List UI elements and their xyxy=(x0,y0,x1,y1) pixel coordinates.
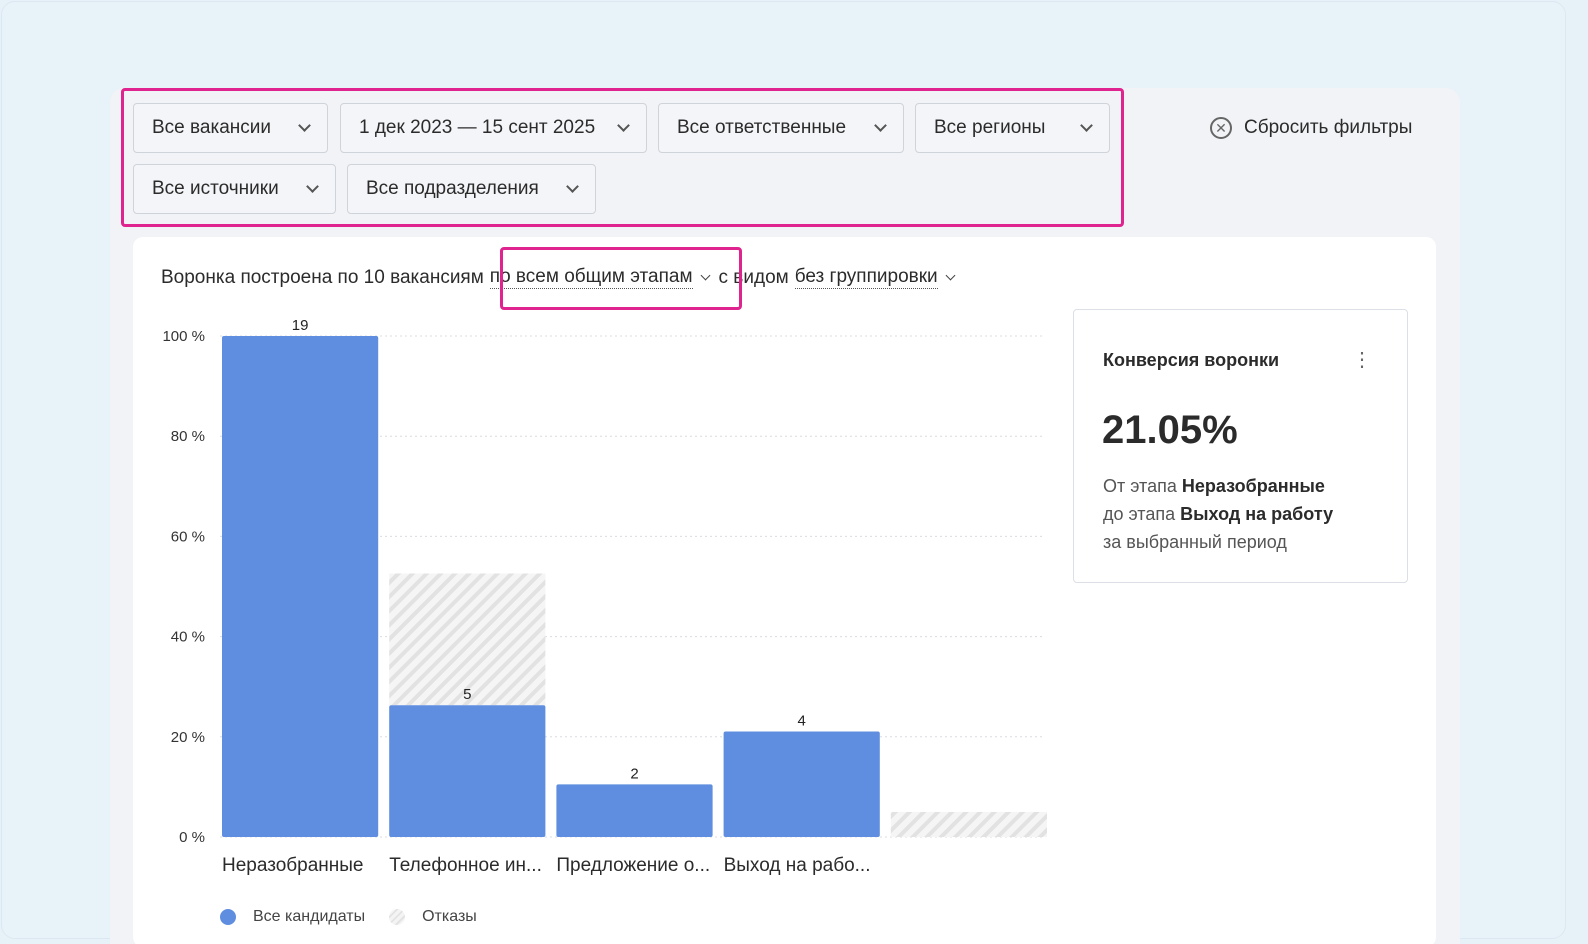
conversion-period: за выбранный период xyxy=(1103,532,1287,552)
y-tick-label: 20 % xyxy=(171,729,205,746)
conversion-card: Конверсия воронки ⋮ 21.05% От этапа Нера… xyxy=(1073,309,1408,583)
legend-rejections-label[interactable]: Отказы xyxy=(422,908,477,926)
y-tick-label: 60 % xyxy=(171,528,205,545)
bar-value-label: 4 xyxy=(798,713,806,730)
conversion-description: От этапа Неразобранные до этапа Выход на… xyxy=(1103,472,1333,556)
conversion-value: 21.05% xyxy=(1102,408,1238,452)
bar-value-label: 5 xyxy=(463,686,471,703)
conversion-to-prefix: до этапа xyxy=(1103,504,1176,524)
legend-all-label[interactable]: Все кандидаты xyxy=(253,908,365,926)
close-circle-icon: ✕ xyxy=(1210,117,1232,139)
candidate-bar xyxy=(222,336,379,837)
funnel-prefix: Воронка построена по 10 вакансиям xyxy=(161,266,484,288)
candidate-bar xyxy=(723,731,880,837)
grouping-select[interactable]: без группировки xyxy=(794,266,938,289)
more-vertical-icon[interactable]: ⋮ xyxy=(1352,350,1372,370)
reset-filters-label: Сбросить фильтры xyxy=(1244,117,1413,138)
y-tick-label: 0 % xyxy=(179,829,205,846)
y-tick-label: 80 % xyxy=(171,428,205,445)
conversion-from-prefix: От этапа xyxy=(1103,476,1177,496)
bar-value-label: 2 xyxy=(630,765,638,782)
funnel-chart: 0 % 20 % 40 % 60 % 80 % 100 % 19 Неразобранные 5… xyxy=(162,317,1047,876)
stage-mode-highlight xyxy=(500,247,742,310)
candidate-bar xyxy=(389,705,546,837)
chart-legend: Все кандидаты Отказы xyxy=(220,908,477,926)
filters-highlight xyxy=(121,88,1124,227)
legend-all-marker xyxy=(220,909,236,925)
y-tick-label: 40 % xyxy=(171,629,205,646)
legend-rejections-marker xyxy=(389,909,406,925)
x-category-label: Телефонное ин... xyxy=(389,855,542,876)
y-tick-label: 100 % xyxy=(162,328,205,345)
bar-value-label: 19 xyxy=(292,317,309,334)
chevron-down-icon xyxy=(945,270,956,280)
conversion-from-stage: Неразобранные xyxy=(1181,476,1325,496)
x-category-label: Предложение о... xyxy=(556,855,710,876)
x-category-label: Выход на рабо... xyxy=(724,855,871,876)
conversion-title: Конверсия воронки xyxy=(1103,350,1280,370)
conversion-to-stage: Выход на работу xyxy=(1180,504,1334,524)
rejection-bar xyxy=(890,811,1047,837)
candidate-bar xyxy=(556,784,713,837)
x-category-label: Неразобранные xyxy=(222,855,364,876)
reset-filters-button[interactable]: ✕ Сбросить фильтры xyxy=(1210,114,1412,142)
